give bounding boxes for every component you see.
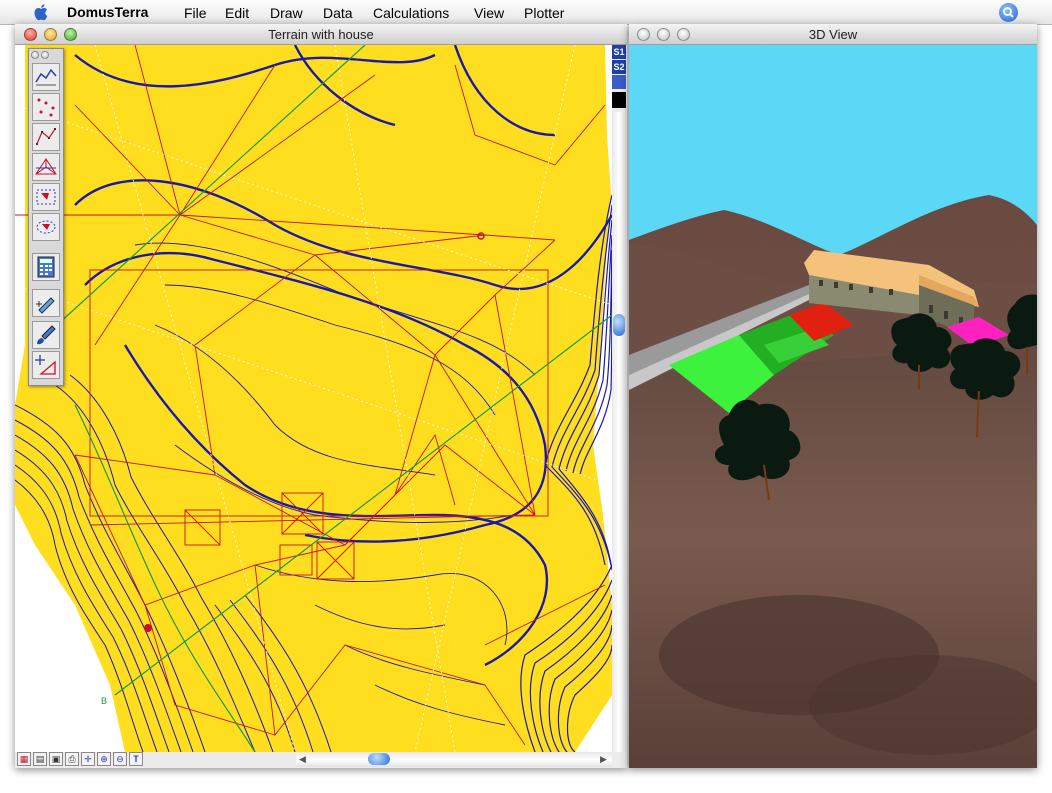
strip-s1[interactable]: S1: [612, 45, 626, 59]
view-window-title: 3D View: [808, 27, 858, 42]
menu-bar: DomusTerra File Edit Draw Data Calculati…: [0, 0, 1052, 25]
layers-icon[interactable]: ▤: [33, 752, 47, 766]
triangulate-icon[interactable]: [32, 153, 60, 181]
menu-file[interactable]: File: [184, 5, 207, 21]
pencil-icon[interactable]: [32, 289, 60, 317]
plan-window-titlebar[interactable]: Terrain with house: [15, 24, 627, 45]
menu-edit[interactable]: Edit: [225, 5, 249, 21]
plan-window-title: Terrain with house: [268, 27, 374, 42]
menu-view[interactable]: View: [474, 5, 504, 21]
zoom-out-icon[interactable]: ⊖: [113, 752, 127, 766]
strip-camera-icon[interactable]: [612, 75, 626, 89]
scroll-left-arrow-icon[interactable]: ◀: [299, 754, 306, 765]
print-icon[interactable]: ⎙: [65, 752, 79, 766]
polyline-icon[interactable]: [32, 123, 60, 151]
zoom-in-icon[interactable]: ⊕: [97, 752, 111, 766]
menu-draw[interactable]: Draw: [270, 5, 303, 21]
view-window-titlebar[interactable]: 3D View: [629, 24, 1037, 45]
apple-menu-icon[interactable]: [33, 3, 51, 21]
spotlight-search-icon[interactable]: [999, 3, 1018, 22]
calculator-icon[interactable]: [32, 253, 60, 281]
fill-brush-icon[interactable]: [32, 321, 60, 349]
lasso-select-icon[interactable]: [32, 213, 60, 241]
menu-calculations[interactable]: Calculations: [373, 5, 449, 21]
3d-view-canvas[interactable]: [629, 45, 1037, 768]
menu-plotter[interactable]: Plotter: [524, 5, 564, 21]
palette-collapse-button[interactable]: [41, 51, 49, 59]
horizontal-scrollbar[interactable]: [296, 752, 612, 767]
vertical-scrollbar[interactable]: [612, 112, 626, 752]
palette-close-button[interactable]: [31, 51, 39, 59]
area-select-icon[interactable]: [32, 183, 60, 211]
terrain-profile-icon[interactable]: [32, 63, 60, 91]
strip-color-swatch[interactable]: [612, 92, 626, 108]
save-icon[interactable]: ▣: [49, 752, 63, 766]
app-name[interactable]: DomusTerra: [67, 4, 148, 20]
tool-palette: [28, 48, 64, 386]
scroll-right-arrow-icon[interactable]: ▶: [600, 754, 607, 765]
horizontal-scroll-thumb[interactable]: [368, 753, 390, 765]
text-icon[interactable]: T: [129, 752, 143, 766]
move-triangle-icon[interactable]: [32, 351, 60, 379]
point-label-b: B: [101, 696, 107, 706]
point-grid-icon[interactable]: [32, 93, 60, 121]
grid-icon[interactable]: ▦: [17, 752, 31, 766]
crosshair-icon[interactable]: ✛: [81, 752, 95, 766]
menu-data[interactable]: Data: [323, 5, 353, 21]
vertical-scroll-thumb[interactable]: [613, 314, 625, 336]
terrain-plan-canvas[interactable]: B: [15, 45, 612, 752]
strip-s2[interactable]: S2: [612, 60, 626, 74]
